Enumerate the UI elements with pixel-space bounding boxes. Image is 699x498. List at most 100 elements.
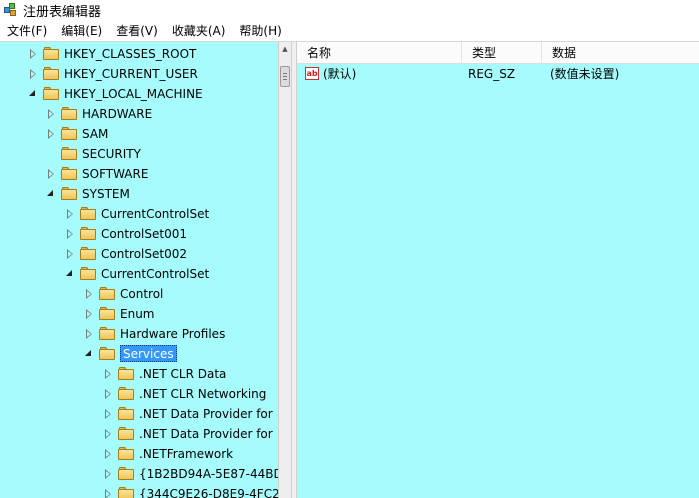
collapse-arrow-icon[interactable] xyxy=(66,270,72,276)
expand-arrow-icon[interactable] xyxy=(105,469,111,479)
expand-arrow-icon[interactable] xyxy=(105,429,111,439)
folder-icon xyxy=(99,287,115,300)
menu-view[interactable]: 查看(V) xyxy=(109,20,165,42)
collapse-arrow-icon[interactable] xyxy=(29,90,35,96)
value-type: REG_SZ xyxy=(468,67,516,81)
tree-node[interactable]: SYSTEM xyxy=(0,184,278,204)
tree-node[interactable]: .NET CLR Networking xyxy=(0,384,278,404)
folder-icon xyxy=(118,487,134,498)
tree-node[interactable]: ControlSet002 xyxy=(0,244,278,264)
tree-node-label: ControlSet001 xyxy=(101,227,187,241)
menu-favorites[interactable]: 收藏夹(A) xyxy=(165,20,233,42)
tree-node-label: SAM xyxy=(82,127,109,141)
tree-node[interactable]: Enum xyxy=(0,304,278,324)
tree-scrollbar[interactable]: ▲ xyxy=(278,42,292,498)
expand-arrow-icon[interactable] xyxy=(30,49,36,59)
expand-arrow-icon[interactable] xyxy=(105,389,111,399)
tree-node[interactable]: HKEY_CURRENT_USER xyxy=(0,64,278,84)
folder-icon xyxy=(80,207,96,220)
menu-file[interactable]: 文件(F) xyxy=(0,20,54,42)
expand-arrow-icon[interactable] xyxy=(67,229,73,239)
tree-node-label: .NET CLR Data xyxy=(139,367,227,381)
scroll-thumb[interactable] xyxy=(280,66,290,87)
folder-icon xyxy=(61,147,77,160)
tree-node[interactable]: Hardware Profiles xyxy=(0,324,278,344)
tree-node-label: ControlSet002 xyxy=(101,247,187,261)
tree-node[interactable]: ControlSet001 xyxy=(0,224,278,244)
open-folder-icon xyxy=(80,267,96,280)
column-name-header[interactable]: 名称 xyxy=(297,42,462,64)
tree-node[interactable]: HARDWARE xyxy=(0,104,278,124)
tree-node[interactable]: CurrentControlSet xyxy=(0,204,278,224)
string-value-icon: ab xyxy=(305,67,319,80)
folder-icon xyxy=(118,387,134,400)
tree-node-label: .NET CLR Networking xyxy=(139,387,267,401)
folder-icon xyxy=(99,327,115,340)
registry-tree[interactable]: HKEY_CLASSES_ROOT HKEY_CURRENT_USER HKEY_L… xyxy=(0,42,278,498)
expand-arrow-icon[interactable] xyxy=(30,69,36,79)
folder-icon xyxy=(118,427,134,440)
tree-node-label: HKEY_CLASSES_ROOT xyxy=(64,47,197,61)
tree-node-label: Enum xyxy=(120,307,155,321)
tree-node[interactable]: .NET Data Provider for xyxy=(0,424,278,444)
menu-help[interactable]: 帮助(H) xyxy=(232,20,288,42)
expand-arrow-icon[interactable] xyxy=(105,449,111,459)
expand-arrow-icon[interactable] xyxy=(86,309,92,319)
tree-node-label: SECURITY xyxy=(82,147,141,161)
expand-arrow-icon[interactable] xyxy=(67,249,73,259)
tree-node[interactable]: HKEY_LOCAL_MACHINE xyxy=(0,84,278,104)
tree-node[interactable]: SAM xyxy=(0,124,278,144)
folder-icon xyxy=(43,47,59,60)
tree-node[interactable]: {344C9E26-D8E9-4FC2- xyxy=(0,484,278,498)
expand-arrow-icon[interactable] xyxy=(86,329,92,339)
open-folder-icon xyxy=(99,347,115,360)
expand-arrow-icon[interactable] xyxy=(48,169,54,179)
expand-arrow-icon[interactable] xyxy=(105,409,111,419)
expand-arrow-icon[interactable] xyxy=(105,489,111,498)
title-bar: 注册表编辑器 xyxy=(0,0,699,20)
tree-node-label: HKEY_CURRENT_USER xyxy=(64,67,198,81)
tree-node-label: .NET Data Provider for xyxy=(139,407,273,421)
expand-arrow-icon[interactable] xyxy=(67,209,73,219)
expand-arrow-icon[interactable] xyxy=(48,109,54,119)
collapse-arrow-icon[interactable] xyxy=(47,190,53,196)
tree-node[interactable]: Services xyxy=(0,344,278,364)
tree-node-label: CurrentControlSet xyxy=(101,207,210,221)
folder-icon xyxy=(118,447,134,460)
open-folder-icon xyxy=(61,187,77,200)
folder-icon xyxy=(61,127,77,140)
tree-node-label: HKEY_LOCAL_MACHINE xyxy=(64,87,203,101)
list-header: 名称 类型 数据 xyxy=(297,42,699,64)
collapse-arrow-icon[interactable] xyxy=(85,350,91,356)
menu-edit[interactable]: 编辑(E) xyxy=(54,20,109,42)
tree-node[interactable]: {1B2BD94A-5E87-44BD xyxy=(0,464,278,484)
column-type-header[interactable]: 类型 xyxy=(462,42,542,64)
tree-node-label: {1B2BD94A-5E87-44BD xyxy=(139,467,278,481)
folder-icon xyxy=(118,467,134,480)
tree-node[interactable]: SOFTWARE xyxy=(0,164,278,184)
tree-node[interactable]: HKEY_CLASSES_ROOT xyxy=(0,44,278,64)
menu-bar: 文件(F) 编辑(E) 查看(V) 收藏夹(A) 帮助(H) xyxy=(0,20,699,42)
expand-arrow-icon[interactable] xyxy=(105,369,111,379)
folder-icon xyxy=(99,307,115,320)
tree-node[interactable]: .NET Data Provider for xyxy=(0,404,278,424)
folder-icon xyxy=(118,407,134,420)
folder-icon xyxy=(118,367,134,380)
values-list[interactable]: 名称 类型 数据 ab (默认) REG_SZ (数值未设置) xyxy=(297,42,699,498)
regedit-app-icon xyxy=(4,3,18,17)
folder-icon xyxy=(80,227,96,240)
tree-node[interactable]: .NET CLR Data xyxy=(0,364,278,384)
folder-icon xyxy=(80,247,96,260)
expand-arrow-icon[interactable] xyxy=(86,289,92,299)
tree-node-label: Hardware Profiles xyxy=(120,327,226,341)
value-row[interactable]: ab (默认) REG_SZ (数值未设置) xyxy=(297,64,699,84)
tree-node[interactable]: .NETFramework xyxy=(0,444,278,464)
tree-node[interactable]: SECURITY xyxy=(0,144,278,164)
expand-arrow-icon[interactable] xyxy=(48,129,54,139)
scroll-up-icon[interactable]: ▲ xyxy=(279,42,291,56)
column-data-header[interactable]: 数据 xyxy=(542,42,699,64)
value-data: (数值未设置) xyxy=(550,67,620,81)
tree-node-label: HARDWARE xyxy=(82,107,153,121)
tree-node[interactable]: Control xyxy=(0,284,278,304)
tree-node[interactable]: CurrentControlSet xyxy=(0,264,278,284)
